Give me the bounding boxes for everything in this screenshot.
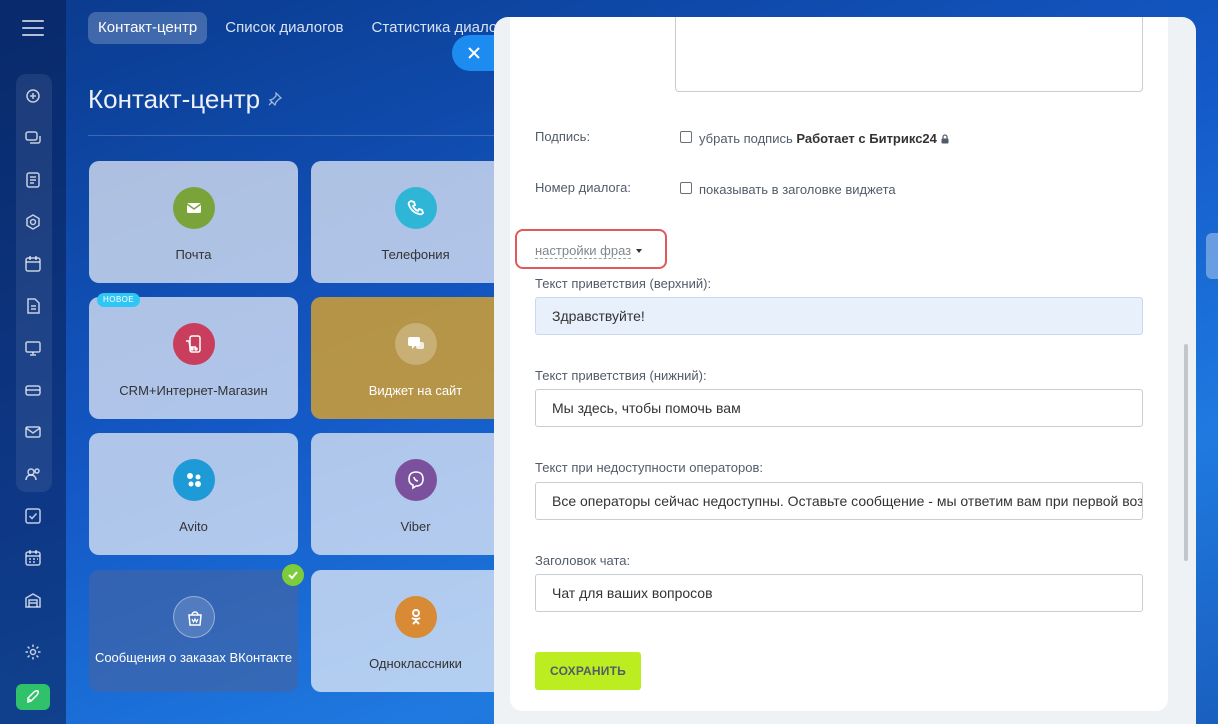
description-textarea[interactable] <box>675 17 1143 92</box>
lock-icon <box>941 134 949 144</box>
shop-icon <box>173 323 215 365</box>
new-badge: НОВОЕ <box>97 293 141 307</box>
viber-icon <box>395 459 437 501</box>
phone-icon <box>395 187 437 229</box>
tile-label: CRM+Интернет-Магазин <box>119 383 268 398</box>
tile-viber[interactable]: Viber <box>311 433 520 555</box>
title-divider <box>88 135 508 136</box>
show-dialog-number-checkbox[interactable] <box>680 182 692 194</box>
chat-title-label: Заголовок чата: <box>535 553 631 568</box>
scrollbar[interactable] <box>1184 344 1188 561</box>
tile-crm-shop[interactable]: НОВОЕ CRM+Интернет-Магазин <box>89 293 298 419</box>
tile-label: Виджет на сайт <box>368 383 463 398</box>
remove-signature-checkbox[interactable] <box>680 131 692 143</box>
tile-label: Телефония <box>381 247 450 262</box>
tile-label: Viber <box>400 519 431 534</box>
tile-vk-orders[interactable]: Сообщения о заказах ВКонтакте <box>89 564 304 692</box>
tile-odnoklassniki[interactable]: Одноклассники <box>311 570 520 692</box>
save-button[interactable]: СОХРАНИТЬ <box>535 652 641 690</box>
warehouse-icon[interactable] <box>24 591 42 609</box>
mail-sidebar-icon[interactable] <box>24 423 42 441</box>
unavailable-label: Текст при недоступности операторов: <box>535 460 763 475</box>
ok-icon <box>395 596 437 638</box>
tile-site-widget[interactable]: Виджет на сайт <box>311 297 520 419</box>
dialog-number-label: Номер диалога: <box>535 180 631 195</box>
settings-slider: Подпись: убрать подпись Работает с Битри… <box>494 17 1196 724</box>
tile-label: Сообщения о заказах ВКонтакте <box>94 650 293 665</box>
store-icon[interactable] <box>24 381 42 399</box>
mail-icon <box>173 187 215 229</box>
show-dialog-number-text: показывать в заголовке виджета <box>699 182 896 197</box>
greeting-top-input[interactable]: Здравствуйте! <box>535 297 1143 335</box>
left-sidebar <box>0 0 66 724</box>
settings-card: Подпись: убрать подпись Работает с Битри… <box>510 17 1168 711</box>
tile-avito[interactable]: Avito <box>89 433 298 555</box>
side-panel-handle[interactable] <box>1206 233 1218 279</box>
greeting-bottom-input[interactable]: Мы здесь, чтобы помочь вам <box>535 389 1143 427</box>
greeting-bottom-label: Текст приветствия (нижний): <box>535 368 707 383</box>
chat-title-input[interactable]: Чат для ваших вопросов <box>535 574 1143 612</box>
greeting-top-label: Текст приветствия (верхний): <box>535 276 712 291</box>
documents-icon[interactable] <box>24 297 42 315</box>
menu-icon[interactable] <box>22 20 44 41</box>
avito-icon <box>173 459 215 501</box>
booking-icon[interactable] <box>24 549 42 567</box>
tile-telephony[interactable]: Телефония <box>311 161 520 283</box>
settings-icon[interactable] <box>24 643 42 661</box>
close-icon <box>468 47 480 59</box>
phrase-settings-link[interactable]: настройки фраз <box>535 243 632 259</box>
check-icon <box>282 564 304 586</box>
tab-dialog-list[interactable]: Список диалогов <box>215 12 353 44</box>
crm-icon[interactable] <box>24 213 42 231</box>
contact-center-icon[interactable] <box>24 465 42 483</box>
tasks-check-icon[interactable] <box>24 507 42 525</box>
tile-label: Почта <box>175 247 212 262</box>
vk-bag-icon <box>173 596 215 638</box>
signature-label: Подпись: <box>535 129 591 144</box>
feed-icon[interactable] <box>24 87 42 105</box>
chat-icon <box>395 323 437 365</box>
pin-icon[interactable] <box>268 92 282 106</box>
remove-signature-text: убрать подпись Работает с Битрикс24 <box>699 131 950 146</box>
tab-contact-center[interactable]: Контакт-центр <box>88 12 208 44</box>
tile-label: Одноклассники <box>369 656 462 671</box>
tile-mail[interactable]: Почта <box>89 161 298 283</box>
sites-icon[interactable] <box>24 339 42 357</box>
close-slider-button[interactable] <box>452 35 500 71</box>
page-title: Контакт-центр <box>88 84 261 114</box>
tile-label: Avito <box>179 519 208 534</box>
caret-down-icon[interactable] <box>636 249 642 253</box>
calendar-icon[interactable] <box>24 255 42 273</box>
rocket-icon[interactable] <box>16 684 50 710</box>
unavailable-input[interactable]: Все операторы сейчас недоступны. Оставьт… <box>535 482 1143 520</box>
messenger-icon[interactable] <box>24 129 42 147</box>
tasks-list-icon[interactable] <box>24 171 42 189</box>
